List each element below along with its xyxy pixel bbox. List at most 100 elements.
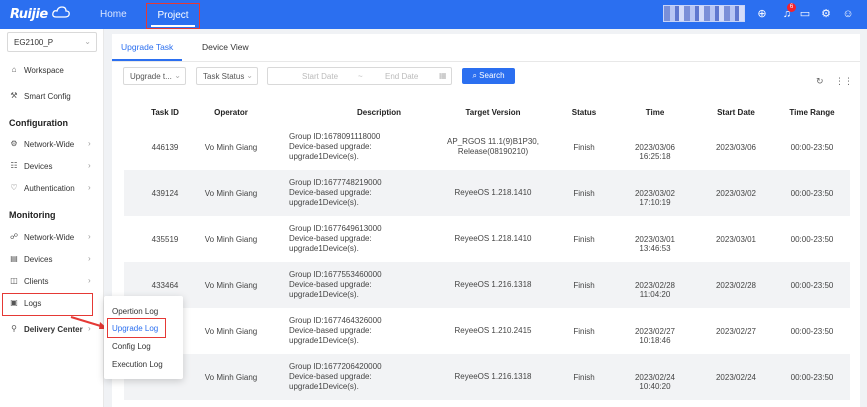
- notification-badge: 6: [787, 3, 796, 12]
- cell-time: 2023/02/28 11:04:20: [634, 281, 676, 299]
- description-line: Device-based upgrade:: [289, 142, 372, 151]
- cell-description: Group ID:1677464326000 Device-based upgra…: [289, 316, 409, 346]
- calendar-icon: ▦: [439, 71, 447, 80]
- cell-operator: Vo Minh Giang: [204, 327, 258, 336]
- description-line: Device-based upgrade:: [289, 372, 372, 381]
- cell-start: 2023/02/27: [715, 327, 757, 336]
- description-line: upgrade1Device(s).: [289, 244, 359, 253]
- menu-item-operation-log[interactable]: Opertion Log: [112, 307, 158, 316]
- network-icon: ⚙: [10, 139, 18, 148]
- cell-range: 00:00-23:50: [790, 189, 834, 198]
- version-line: ReyeeOS 1.218.1410: [454, 234, 532, 243]
- sidebar-item-monitor-devices[interactable]: ▤ Devices ›: [0, 251, 103, 269]
- table-row[interactable]: 435519 Vo Minh Giang Finish 2023/03/01 13:4…: [124, 216, 850, 262]
- date-range-picker[interactable]: Start Date ~ End Date ▦: [267, 67, 452, 85]
- cell-description: Group ID:1677553460000 Device-based upgra…: [289, 270, 409, 300]
- sidebar-item-clients[interactable]: ◫ Clients ›: [0, 273, 103, 291]
- description-line: Group ID:1677748219000: [289, 178, 382, 187]
- cell-id: 435519: [151, 235, 179, 244]
- menu-item-config-log[interactable]: Config Log: [112, 342, 151, 351]
- end-date-placeholder: End Date: [385, 72, 419, 81]
- settings-icon[interactable]: ⚙: [820, 8, 832, 20]
- project-select-value: EG2100_P: [14, 38, 54, 47]
- cell-time: 2023/03/02 17:10:19: [634, 189, 676, 207]
- task-status-select[interactable]: Task Status ⌄: [196, 67, 258, 85]
- sidebar-item-monitor-network-wide[interactable]: ☍ Network-Wide ›: [0, 229, 103, 247]
- description-line: upgrade1Device(s).: [289, 198, 359, 207]
- cell-time: 2023/03/06 16:25:18: [634, 143, 676, 161]
- cell-operator: Vo Minh Giang: [204, 373, 258, 382]
- cell-start: 2023/03/06: [715, 143, 757, 152]
- sidebar-item-authentication[interactable]: ♡ Authentication ›: [0, 180, 103, 198]
- column-header: Status: [571, 108, 597, 117]
- nav-project[interactable]: Project: [146, 3, 200, 29]
- sidebar-item-smart-config[interactable]: ⚒ Smart Config: [0, 88, 103, 106]
- cell-range: 00:00-23:50: [790, 235, 834, 244]
- ruijie-logo: Ruijie: [10, 7, 48, 22]
- table-row[interactable]: 446139 Vo Minh Giang Finish 2023/03/06 16:2…: [124, 124, 850, 170]
- cell-operator: Vo Minh Giang: [204, 235, 258, 244]
- search-button[interactable]: ⌕ Search: [462, 68, 515, 84]
- cell-id: 433464: [151, 281, 179, 290]
- cell-target-version: ReyeeOS 1.216.1318: [438, 280, 548, 290]
- cell-target-version: ReyeeOS 1.218.1410: [438, 234, 548, 244]
- upgrade-type-select[interactable]: Upgrade t... ⌄: [123, 67, 186, 85]
- column-header: Target Version: [465, 108, 521, 117]
- tab-upgrade-task[interactable]: Upgrade Task: [121, 42, 173, 52]
- add-icon[interactable]: ⊕: [756, 8, 768, 20]
- description-line: Device-based upgrade:: [289, 280, 372, 289]
- project-select[interactable]: EG2100_P ⌄: [7, 32, 97, 52]
- column-settings-icon[interactable]: ⋮⋮: [835, 76, 853, 87]
- table-row[interactable]: Vo Minh Giang Finish 2023/02/24 10:40:20 20…: [124, 354, 850, 400]
- sidebar-item-workspace[interactable]: ⌂ Workspace: [0, 62, 103, 80]
- cell-status: Finish: [573, 143, 595, 152]
- table-row[interactable]: 439124 Vo Minh Giang Finish 2023/03/02 17:1…: [124, 170, 850, 216]
- message-icon[interactable]: ▭: [799, 8, 811, 20]
- menu-item-execution-log[interactable]: Execution Log: [112, 360, 163, 369]
- chevron-right-icon: ›: [88, 139, 91, 148]
- chevron-right-icon: ›: [88, 276, 91, 285]
- logs-flyout-menu: Opertion Log Upgrade Log Config Log Exec…: [104, 296, 183, 379]
- sidebar-item-label: Devices: [24, 162, 53, 171]
- upgrade-type-value: Upgrade t...: [130, 72, 172, 81]
- home-icon: ⌂: [11, 65, 17, 74]
- account-info-redacted[interactable]: [663, 5, 745, 22]
- cell-range: 00:00-23:50: [790, 327, 834, 336]
- cell-status: Finish: [573, 281, 595, 290]
- table-row[interactable]: 433464 Vo Minh Giang Finish 2023/02/28 11:0…: [124, 262, 850, 308]
- cell-start: 2023/02/28: [715, 281, 757, 290]
- description-line: upgrade1Device(s).: [289, 336, 359, 345]
- devices-icon: ☷: [10, 161, 18, 170]
- cell-id: 446139: [151, 143, 179, 152]
- cell-range: 00:00-23:50: [790, 143, 834, 152]
- cell-start: 2023/03/01: [715, 235, 757, 244]
- shield-icon: ♡: [10, 183, 18, 192]
- chevron-down-icon: ⌄: [84, 37, 91, 46]
- devices-icon: ▤: [10, 254, 18, 263]
- cell-operator: Vo Minh Giang: [204, 281, 258, 290]
- cell-time: 2023/03/01 13:46:53: [634, 235, 676, 253]
- column-header: Time: [645, 108, 665, 117]
- description-line: Device-based upgrade:: [289, 188, 372, 197]
- column-header: Description: [356, 108, 401, 117]
- description-line: Group ID:1678091118000: [289, 132, 381, 141]
- sidebar-item-label: Network-Wide: [24, 233, 75, 242]
- cell-start: 2023/03/02: [715, 189, 757, 198]
- tab-device-view[interactable]: Device View: [202, 42, 249, 52]
- clients-icon: ◫: [10, 276, 18, 285]
- table-row[interactable]: Vo Minh Giang Finish 2023/02/27 10:18:46 20…: [124, 308, 850, 354]
- description-line: Group ID:1677464326000: [289, 316, 382, 325]
- refresh-icon[interactable]: ↻: [816, 76, 824, 87]
- cell-time: 2023/02/24 10:40:20: [634, 373, 676, 391]
- nav-home[interactable]: Home: [100, 9, 127, 20]
- sidebar-item-label: Authentication: [24, 184, 75, 193]
- sidebar-item-config-network-wide[interactable]: ⚙ Network-Wide ›: [0, 136, 103, 154]
- cell-status: Finish: [573, 235, 595, 244]
- cell-description: Group ID:1677649613000 Device-based upgra…: [289, 224, 409, 254]
- user-icon[interactable]: ☺: [842, 8, 854, 20]
- sidebar-item-label: Workspace: [24, 66, 64, 75]
- sidebar-item-config-devices[interactable]: ☷ Devices ›: [0, 158, 103, 176]
- topology-icon: ☍: [9, 232, 19, 241]
- cell-target-version: ReyeeOS 1.218.1410: [438, 188, 548, 198]
- cell-target-version: ReyeeOS 1.210.2415: [438, 326, 548, 336]
